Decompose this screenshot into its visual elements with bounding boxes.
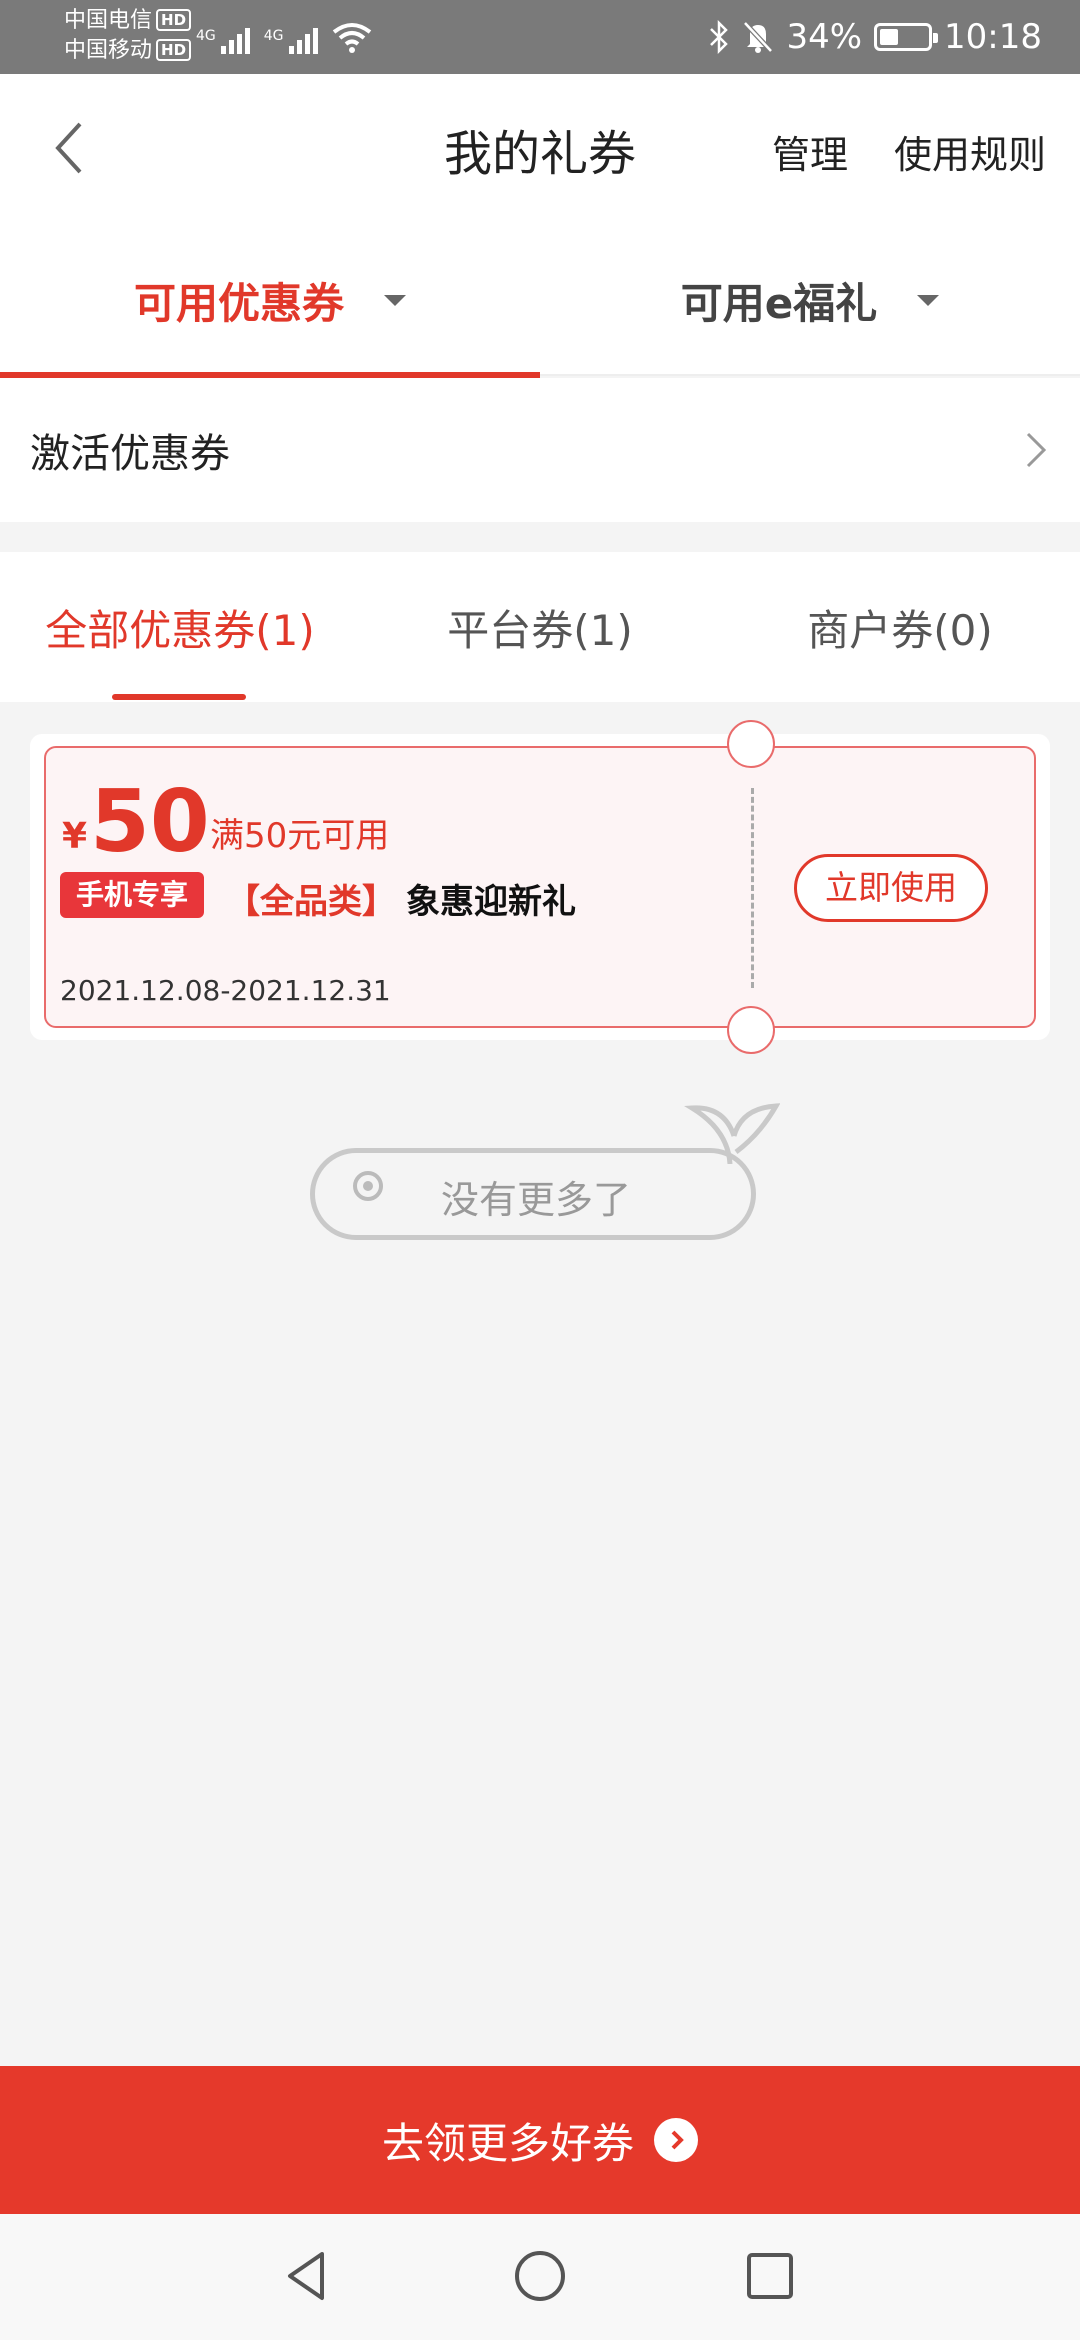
whale-tail-icon xyxy=(684,1103,780,1164)
activate-coupon-row[interactable]: 激活优惠券 xyxy=(0,378,1080,522)
carrier-labels: 中国电信 HD 中国移动 HD xyxy=(64,6,192,66)
ticket-notch-bottom xyxy=(727,1006,775,1054)
battery-icon xyxy=(874,23,939,51)
usage-rules-button[interactable]: 使用规则 xyxy=(894,124,1046,179)
no-more-text: 没有更多了 xyxy=(441,1178,632,1222)
header-bar: 我的礼券 管理 使用规则 xyxy=(0,74,1080,224)
no-more-indicator: 没有更多了 xyxy=(310,1100,780,1250)
tab-all-coupons[interactable]: 全部优惠券(1) xyxy=(0,552,360,702)
caret-down-icon xyxy=(384,294,406,306)
arrow-right-circle-icon xyxy=(654,2118,698,2162)
coupon-type-tabs: 全部优惠券(1) 平台券(1) 商户券(0) xyxy=(0,552,1080,702)
tab-available-coupons[interactable]: 可用优惠券 xyxy=(0,224,540,378)
get-more-coupons-label: 去领更多好券 xyxy=(381,2118,634,2168)
signal-1-icon: 4G xyxy=(196,28,250,54)
network-2-label: 4G xyxy=(263,28,284,44)
coupon-ticket: ¥ 50 满50元可用 手机专享 【全品类】 象惠迎新礼 2021.12.08-… xyxy=(44,720,1036,1054)
active-subtab-indicator xyxy=(112,694,246,700)
coupon-card: ¥ 50 满50元可用 手机专享 【全品类】 象惠迎新礼 2021.12.08-… xyxy=(30,720,1050,1054)
get-more-coupons-button[interactable]: 去领更多好券 xyxy=(0,2066,1080,2214)
caret-down-icon xyxy=(917,294,940,306)
hd-badge-1: HD xyxy=(156,9,192,31)
signal-2-icon: 4G xyxy=(264,28,318,54)
clock: 10:18 xyxy=(944,17,1042,57)
whale-eye-icon xyxy=(353,1171,383,1201)
activate-coupon-label: 激活优惠券 xyxy=(30,431,230,477)
tab-available-efuli[interactable]: 可用e福礼 xyxy=(540,224,1080,376)
status-right: 34% 10:18 xyxy=(708,0,1042,74)
coupon-amount: 50 xyxy=(90,772,210,872)
hd-badge-2: HD xyxy=(156,39,192,61)
network-1-label: 4G xyxy=(196,28,216,44)
nav-recents-icon[interactable] xyxy=(738,2244,802,2308)
nav-back-icon[interactable] xyxy=(276,2244,340,2308)
tab-available-coupons-label: 可用优惠券 xyxy=(133,278,344,328)
coupon-condition: 满50元可用 xyxy=(210,816,390,856)
mute-bell-icon xyxy=(743,21,774,53)
tab-platform-coupons[interactable]: 平台券(1) xyxy=(360,552,720,702)
bluetooth-icon xyxy=(710,20,729,54)
coupon-badge: 手机专享 xyxy=(60,872,205,918)
use-now-button[interactable]: 立即使用 xyxy=(794,854,988,922)
top-tabs: 可用优惠券 可用e福礼 xyxy=(0,224,1080,378)
carrier-2: 中国移动 xyxy=(64,38,153,63)
status-bar: 中国电信 HD 中国移动 HD 4G 4G 34% 10:18 xyxy=(0,0,1080,74)
ticket-notch-top xyxy=(727,720,775,768)
coupon-validity-dates: 2021.12.08-2021.12.31 xyxy=(60,974,391,1007)
manage-button[interactable]: 管理 xyxy=(772,124,848,179)
coupon-currency: ¥ xyxy=(62,816,88,857)
ticket-divider xyxy=(751,788,754,988)
carrier-1: 中国电信 xyxy=(64,8,153,33)
signal-indicators: 4G 4G xyxy=(196,18,372,54)
wifi-icon xyxy=(332,23,371,53)
coupon-name: 象惠迎新礼 xyxy=(406,882,576,922)
chevron-right-icon xyxy=(1026,432,1047,468)
tab-merchant-coupons[interactable]: 商户券(0) xyxy=(720,552,1080,702)
nav-home-icon[interactable] xyxy=(508,2244,572,2308)
system-nav-bar xyxy=(0,2214,1080,2340)
battery-percent: 34% xyxy=(786,17,863,57)
tab-available-efuli-label: 可用e福礼 xyxy=(680,278,878,328)
coupon-category: 【全品类】 xyxy=(226,882,396,922)
